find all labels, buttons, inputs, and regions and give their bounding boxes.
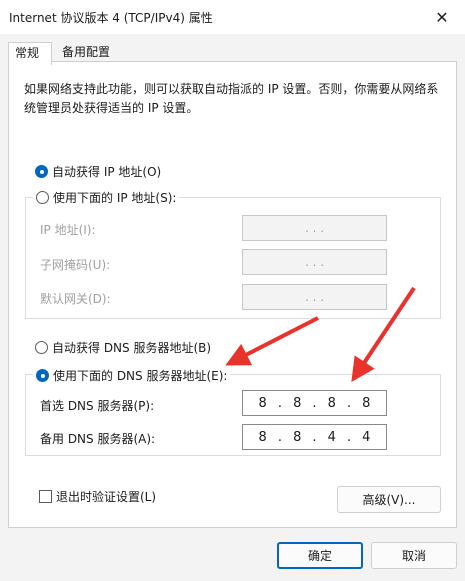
- ip-address-input[interactable]: . . .: [242, 215, 387, 241]
- manual-ip-radio[interactable]: 使用下面的 IP 地址(S):: [33, 189, 180, 206]
- manual-dns-label: 使用下面的 DNS 服务器地址(E):: [53, 369, 228, 383]
- auto-ip-radio[interactable]: 自动获得 IP 地址(O): [35, 163, 161, 180]
- cancel-button[interactable]: 取消: [371, 542, 457, 569]
- preferred-dns-input[interactable]: 8 . 8 . 8 . 8: [242, 390, 387, 416]
- default-gateway-label: 默认网关(D):: [40, 292, 111, 306]
- manual-ip-label: 使用下面的 IP 地址(S):: [53, 191, 177, 205]
- subnet-mask-dots: . . .: [304, 255, 325, 269]
- alternate-dns-octet-3: 4: [327, 429, 336, 445]
- preferred-dns-octet-2: 8: [293, 395, 302, 411]
- default-gateway-input[interactable]: . . .: [242, 284, 387, 310]
- alternate-dns-octet-1: 8: [258, 429, 267, 445]
- preferred-dns-octet-1: 8: [258, 395, 267, 411]
- title-bar: Internet 协议版本 4 (TCP/IPv4) 属性 ✕: [0, 0, 465, 34]
- manual-dns-radio-indicator[interactable]: [36, 369, 49, 382]
- auto-dns-radio-indicator[interactable]: [35, 341, 48, 354]
- alternate-dns-octet-4: 4: [362, 429, 371, 445]
- preferred-dns-label: 首选 DNS 服务器(P):: [40, 399, 155, 413]
- validate-settings-checkbox[interactable]: 退出时验证设置(L): [39, 488, 156, 505]
- subnet-mask-label: 子网掩码(U):: [40, 258, 111, 272]
- preferred-dns-octet-4: 8: [362, 395, 371, 411]
- tab-strip: 常规 备用配置: [0, 34, 465, 65]
- alternate-dns-input[interactable]: 8 . 8 . 4 . 4: [242, 424, 387, 450]
- auto-ip-radio-indicator[interactable]: [35, 165, 48, 178]
- advanced-button[interactable]: 高级(V)...: [337, 486, 441, 513]
- tab-general[interactable]: 常规: [8, 42, 52, 65]
- manual-dns-radio[interactable]: 使用下面的 DNS 服务器地址(E):: [33, 367, 231, 384]
- ip-address-dots: . . .: [304, 221, 325, 235]
- auto-dns-label: 自动获得 DNS 服务器地址(B): [52, 341, 212, 355]
- alternate-dns-label: 备用 DNS 服务器(A):: [40, 432, 156, 446]
- ip-address-label: IP 地址(I):: [40, 223, 96, 237]
- validate-settings-label: 退出时验证设置(L): [56, 490, 157, 504]
- auto-dns-radio[interactable]: 自动获得 DNS 服务器地址(B): [35, 339, 211, 356]
- ok-button[interactable]: 确定: [277, 542, 363, 569]
- manual-ip-radio-indicator[interactable]: [36, 191, 49, 204]
- preferred-dns-octet-3: 8: [327, 395, 336, 411]
- validate-settings-box[interactable]: [39, 490, 52, 503]
- subnet-mask-input[interactable]: . . .: [242, 249, 387, 275]
- close-icon[interactable]: ✕: [419, 0, 465, 34]
- window-title: Internet 协议版本 4 (TCP/IPv4) 属性: [9, 11, 213, 25]
- description-text: 如果网络支持此功能，则可以获取自动指派的 IP 设置。否则，你需要从网络系统管理…: [24, 82, 439, 115]
- auto-ip-label: 自动获得 IP 地址(O): [52, 165, 162, 179]
- default-gateway-dots: . . .: [304, 290, 325, 304]
- alternate-dns-octet-2: 8: [293, 429, 302, 445]
